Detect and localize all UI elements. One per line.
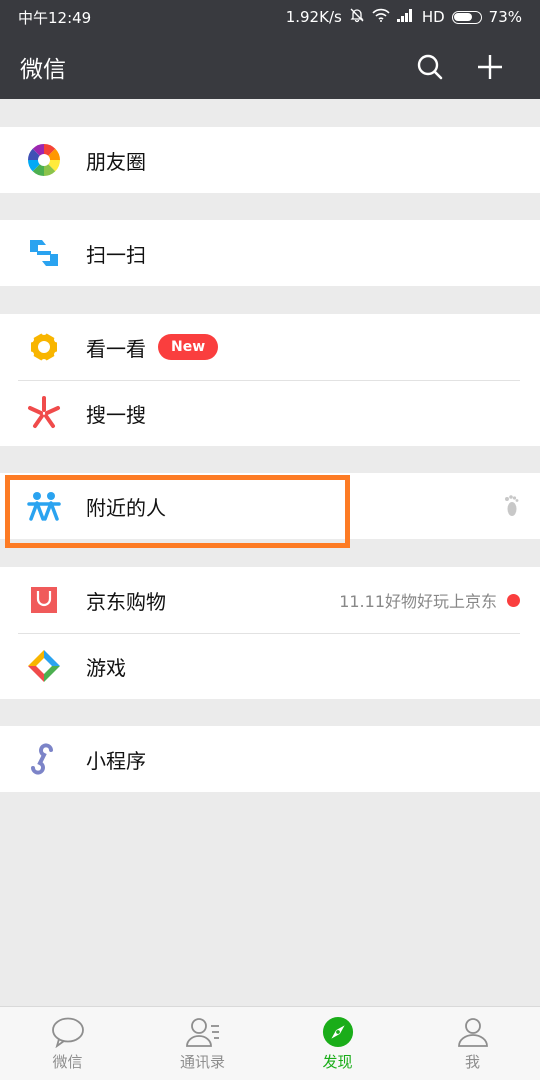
games-diamond-icon bbox=[26, 648, 62, 684]
tab-label-contacts: 通讯录 bbox=[179, 1052, 225, 1071]
search-icon bbox=[417, 54, 443, 79]
mute-bell-icon bbox=[349, 7, 365, 27]
plus-icon bbox=[478, 54, 502, 79]
menu-item-scan[interactable]: 扫一扫 bbox=[0, 220, 540, 286]
jd-promo-text: 11.11好物好玩上京东 bbox=[339, 592, 497, 611]
menu-item-people-nearby[interactable]: 附近的人 bbox=[0, 473, 540, 539]
new-badge: New bbox=[158, 334, 219, 360]
menu-item-moments[interactable]: 朋友圈 bbox=[0, 127, 540, 193]
battery-fill bbox=[454, 13, 473, 21]
menu-item-games[interactable]: 游戏 bbox=[0, 633, 540, 699]
search-button[interactable] bbox=[400, 37, 460, 97]
menu-item-jd-shopping[interactable]: 京东购物 11.11好物好玩上京东 bbox=[0, 567, 540, 633]
tab-me[interactable]: 我 bbox=[405, 1007, 540, 1080]
red-dot-badge bbox=[507, 593, 520, 607]
nearby-status bbox=[502, 473, 520, 539]
battery-percent: 73% bbox=[488, 8, 522, 26]
menu-label-moments: 朋友圈 bbox=[86, 149, 146, 174]
menu-label-top-stories: 看一看 bbox=[86, 336, 146, 361]
wifi-icon bbox=[372, 8, 390, 26]
section-mini-programs: 小程序 bbox=[0, 726, 540, 792]
section-nearby: 附近的人 bbox=[0, 473, 540, 539]
status-bar: 中午12:49 1.92K/s HD 73% bbox=[0, 0, 540, 34]
tab-label-chats: 微信 bbox=[52, 1052, 83, 1071]
tab-chats[interactable]: 微信 bbox=[0, 1007, 135, 1080]
people-nearby-icon bbox=[26, 488, 62, 524]
contacts-icon bbox=[185, 1017, 219, 1047]
menu-label-people-nearby: 附近的人 bbox=[86, 495, 166, 520]
footprint-icon bbox=[505, 495, 519, 516]
network-type: HD bbox=[421, 8, 445, 26]
status-time: 中午12:49 bbox=[18, 8, 92, 27]
section-moments: 朋友圈 bbox=[0, 127, 540, 193]
profile-icon bbox=[457, 1017, 488, 1047]
app-header: 微信 bbox=[0, 34, 540, 99]
shopping-bag-icon bbox=[26, 582, 62, 618]
scan-icon bbox=[26, 235, 62, 271]
menu-item-search[interactable]: 搜一搜 bbox=[0, 380, 540, 446]
section-scan: 扫一扫 bbox=[0, 220, 540, 286]
section-shopping: 京东购物 11.11好物好玩上京东 游戏 bbox=[0, 567, 540, 699]
section-discover: 看一看 New 搜一搜 bbox=[0, 314, 540, 446]
menu-label-mini-programs: 小程序 bbox=[86, 748, 146, 773]
status-indicators: 1.92K/s HD 73% bbox=[286, 7, 522, 27]
bottom-tab-bar: 微信 通讯录 发现 我 bbox=[0, 1006, 540, 1080]
tab-label-discover: 发现 bbox=[322, 1052, 353, 1071]
add-button[interactable] bbox=[460, 37, 520, 97]
tab-label-me: 我 bbox=[464, 1052, 480, 1071]
mini-program-icon bbox=[26, 741, 62, 777]
jd-promo: 11.11好物好玩上京东 bbox=[339, 567, 520, 633]
tab-discover[interactable]: 发现 bbox=[270, 1007, 405, 1080]
search-asterisk-icon bbox=[26, 395, 62, 431]
menu-item-top-stories[interactable]: 看一看 New bbox=[0, 314, 540, 380]
network-speed: 1.92K/s bbox=[285, 8, 342, 26]
moments-aperture-icon bbox=[26, 142, 62, 178]
signal-icon bbox=[396, 8, 415, 26]
tab-contacts[interactable]: 通讯录 bbox=[135, 1007, 270, 1080]
top-stories-icon bbox=[26, 329, 62, 365]
battery-icon bbox=[451, 10, 482, 24]
menu-label-games: 游戏 bbox=[86, 655, 126, 680]
menu-item-mini-programs[interactable]: 小程序 bbox=[0, 726, 540, 792]
compass-icon bbox=[322, 1016, 353, 1047]
menu-label-scan: 扫一扫 bbox=[86, 242, 146, 267]
menu-label-search: 搜一搜 bbox=[86, 402, 146, 427]
menu-label-jd-shopping: 京东购物 bbox=[86, 589, 166, 614]
page-title: 微信 bbox=[20, 56, 66, 83]
chat-icon bbox=[51, 1017, 84, 1048]
